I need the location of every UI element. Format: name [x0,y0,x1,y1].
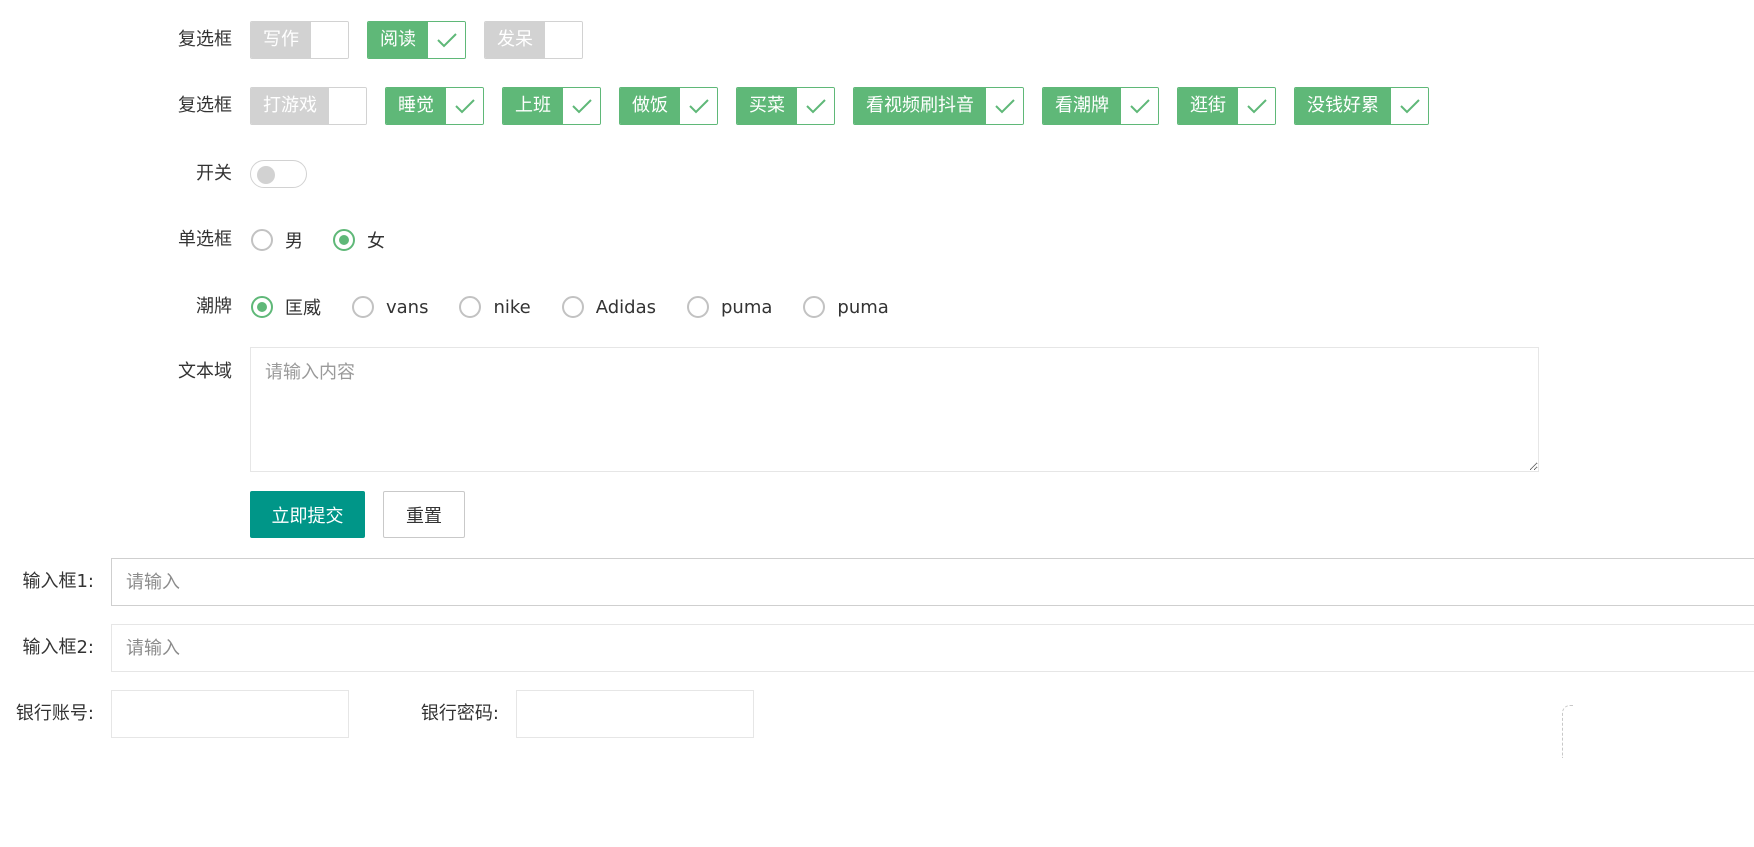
checkbox-checkbox_row2-2[interactable]: 上班 [502,87,601,125]
brand-option-puma-2[interactable]: puma [803,296,889,318]
checkbox-row-1-label: 复选框 [178,29,232,50]
checkbox-empty-box [545,22,582,58]
checkbox-label: 打游戏 [251,88,329,124]
brand-option-puma[interactable]: puma [687,296,772,318]
checkmark-icon [563,88,600,124]
brand-option-nike[interactable]: nike [459,296,531,318]
radio-circle-icon [251,296,273,318]
checkbox-checkbox_row1-0[interactable]: 写作 [250,21,349,59]
bank-password-label: 银行密码: [420,703,499,724]
checkbox-checkbox_row1-2[interactable]: 发呆 [484,21,583,59]
brand-option-converse[interactable]: 匡威 [251,294,321,320]
checkbox-empty-box [329,88,366,124]
checkbox-label: 阅读 [368,22,428,58]
input-field-2[interactable] [111,624,1754,672]
switch-knob [257,166,275,184]
checkbox-checkbox_row2-1[interactable]: 睡觉 [385,87,484,125]
checkbox-empty-box [311,22,348,58]
checkbox-label: 买菜 [737,88,797,124]
textarea-label: 文本域 [178,361,232,382]
checkbox-label: 没钱好累 [1295,88,1391,124]
input1-label: 输入框1: [22,571,94,592]
checkmark-icon [680,88,717,124]
brand-option-label: 匡威 [285,298,321,319]
submit-button[interactable]: 立即提交 [250,491,365,538]
checkbox-checkbox_row2-8[interactable]: 没钱好累 [1294,87,1429,125]
radio-label: 单选框 [178,229,232,250]
radio-option-label: 男 [285,231,303,252]
checkmark-icon [1238,88,1275,124]
brand-option-label: Adidas [595,296,656,318]
checkbox-checkbox_row2-7[interactable]: 逛街 [1177,87,1276,125]
checkbox-checkbox_row2-4[interactable]: 买菜 [736,87,835,125]
resize-handle-edge [1562,705,1573,758]
brand-option-vans[interactable]: vans [352,296,428,318]
radio-circle-icon [687,296,709,318]
checkbox-checkbox_row2-0[interactable]: 打游戏 [250,87,367,125]
checkbox-label: 发呆 [485,22,545,58]
checkbox-row-2-label: 复选框 [178,95,232,116]
checkmark-icon [446,88,483,124]
checkbox-checkbox_row2-5[interactable]: 看视频刷抖音 [853,87,1024,125]
checkbox-label: 上班 [503,88,563,124]
checkbox-label: 写作 [251,22,311,58]
brand-option-label: nike [493,296,531,318]
checkmark-icon [986,88,1023,124]
radio-circle-icon [561,296,584,318]
switch-label: 开关 [196,163,232,184]
checkbox-label: 做饭 [620,88,680,124]
reset-button[interactable]: 重置 [383,491,465,538]
checkbox-label: 逛街 [1178,88,1238,124]
brand-option-label: puma [721,296,773,318]
bank-account-input[interactable] [111,690,349,738]
checkbox-checkbox_row2-6[interactable]: 看潮牌 [1042,87,1159,125]
radio-option-male[interactable]: 男 [251,227,303,253]
radio-option-female[interactable]: 女 [333,227,385,253]
checkmark-icon [428,22,465,58]
radio-circle-icon [352,296,374,318]
checkmark-icon [1391,88,1428,124]
checkbox-checkbox_row2-3[interactable]: 做饭 [619,87,718,125]
checkmark-icon [797,88,834,124]
content-textarea[interactable] [250,347,1539,472]
checkbox-label: 看潮牌 [1043,88,1121,124]
checkbox-checkbox_row1-1[interactable]: 阅读 [367,21,466,59]
checkbox-group-2: 打游戏 睡觉 上班 做饭 买菜 看视频刷抖音 看潮牌 逛街 没钱好累 [250,86,1447,126]
brand-option-label: vans [386,296,429,318]
checkmark-icon [1121,88,1158,124]
radio-circle-icon [333,229,355,251]
brand-option-adidas[interactable]: Adidas [561,296,656,318]
checkbox-label: 看视频刷抖音 [854,88,986,124]
radio-circle-icon [251,229,273,251]
input-field-1[interactable] [111,558,1754,606]
checkbox-label: 睡觉 [386,88,446,124]
bank-password-input[interactable] [516,690,754,738]
brand-label: 潮牌 [196,296,232,317]
toggle-switch[interactable] [250,160,307,188]
input2-label: 输入框2: [22,637,94,658]
radio-circle-icon [459,296,482,318]
brand-option-label: puma [837,296,889,318]
radio-circle-icon [803,296,826,318]
bank-account-label: 银行账号: [15,703,94,724]
checkbox-group-1: 写作 阅读 发呆 [250,20,601,60]
radio-option-label: 女 [367,231,385,252]
